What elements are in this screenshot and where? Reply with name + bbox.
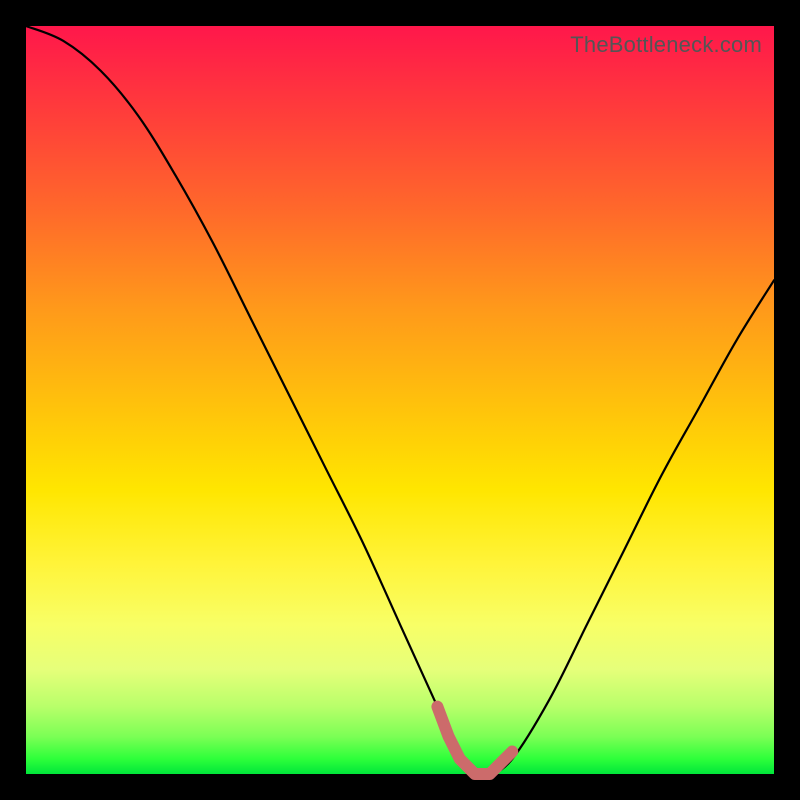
bottleneck-curve-line	[26, 26, 774, 776]
plot-area: TheBottleneck.com	[26, 26, 774, 774]
chart-svg	[26, 26, 774, 774]
flat-minimum-marker	[437, 707, 512, 774]
chart-frame: TheBottleneck.com	[0, 0, 800, 800]
